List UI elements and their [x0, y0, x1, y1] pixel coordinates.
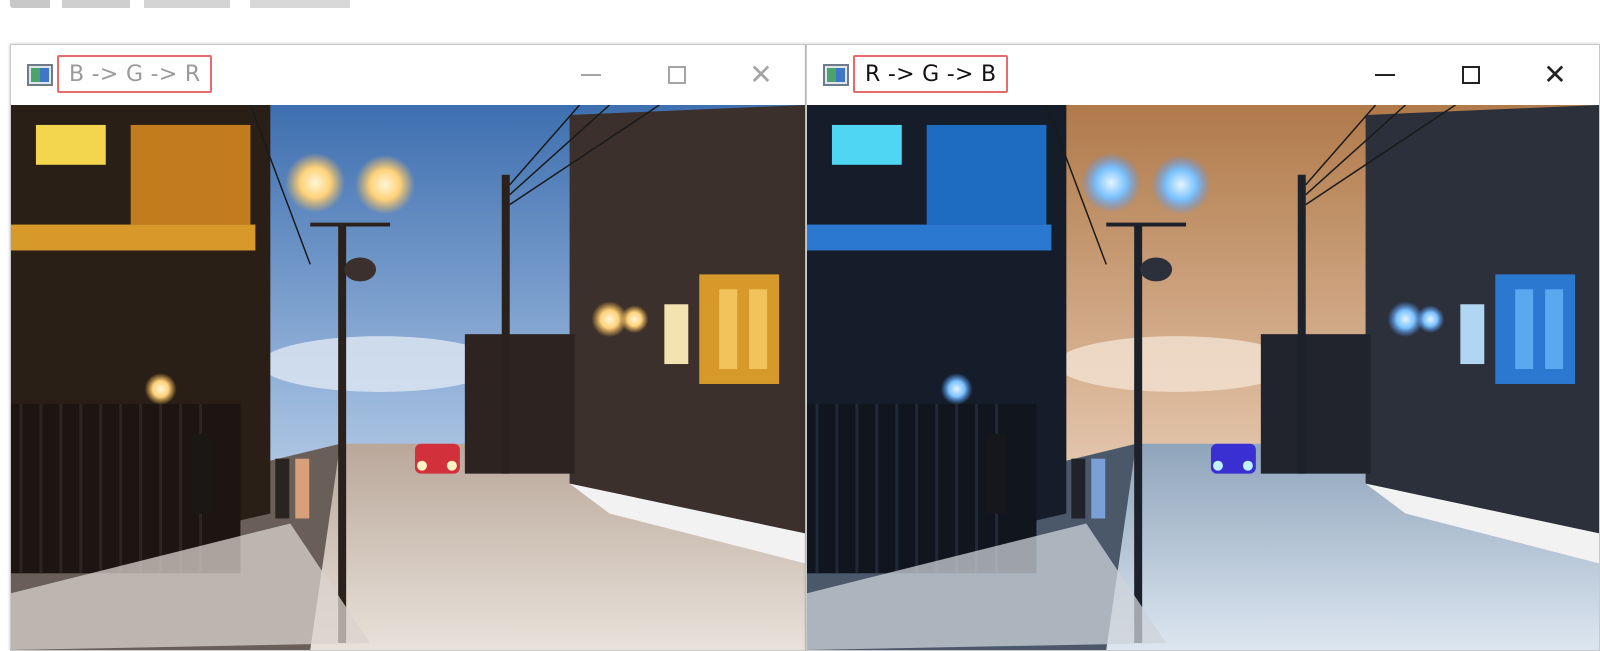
street-photo-bgr: [11, 105, 805, 650]
minimize-icon: [581, 74, 601, 76]
image-view-bgr: [11, 105, 805, 650]
image-view-rgb: [807, 105, 1599, 650]
window-title: R -> G -> B: [865, 61, 997, 87]
maximize-button[interactable]: [649, 55, 705, 95]
close-button[interactable]: ✕: [733, 55, 789, 95]
minimize-button[interactable]: [563, 55, 619, 95]
close-icon: ✕: [749, 58, 773, 91]
window-bgr[interactable]: B -> G -> R ✕: [10, 44, 806, 651]
maximize-button[interactable]: [1443, 55, 1499, 95]
screenshot-canvas: B -> G -> R ✕ R -> G -> B ✕: [0, 0, 1600, 651]
title-bar[interactable]: R -> G -> B ✕: [807, 45, 1599, 105]
close-icon: ✕: [1543, 58, 1567, 91]
app-window-icon: [27, 64, 53, 86]
maximize-icon: [668, 66, 686, 84]
title-highlight-box: B -> G -> R: [57, 55, 213, 93]
maximize-icon: [1462, 66, 1480, 84]
minimize-icon: [1375, 74, 1395, 76]
title-highlight-box: R -> G -> B: [853, 55, 1009, 93]
street-photo-rgb: [807, 105, 1599, 650]
app-window-icon: [823, 64, 849, 86]
minimize-button[interactable]: [1357, 55, 1413, 95]
title-bar[interactable]: B -> G -> R ✕: [11, 45, 805, 105]
window-rgb[interactable]: R -> G -> B ✕: [806, 44, 1600, 651]
window-title: B -> G -> R: [69, 61, 201, 87]
cropped-text-fragment: [10, 0, 370, 8]
close-button[interactable]: ✕: [1527, 55, 1583, 95]
cropped-header: [0, 0, 1600, 18]
